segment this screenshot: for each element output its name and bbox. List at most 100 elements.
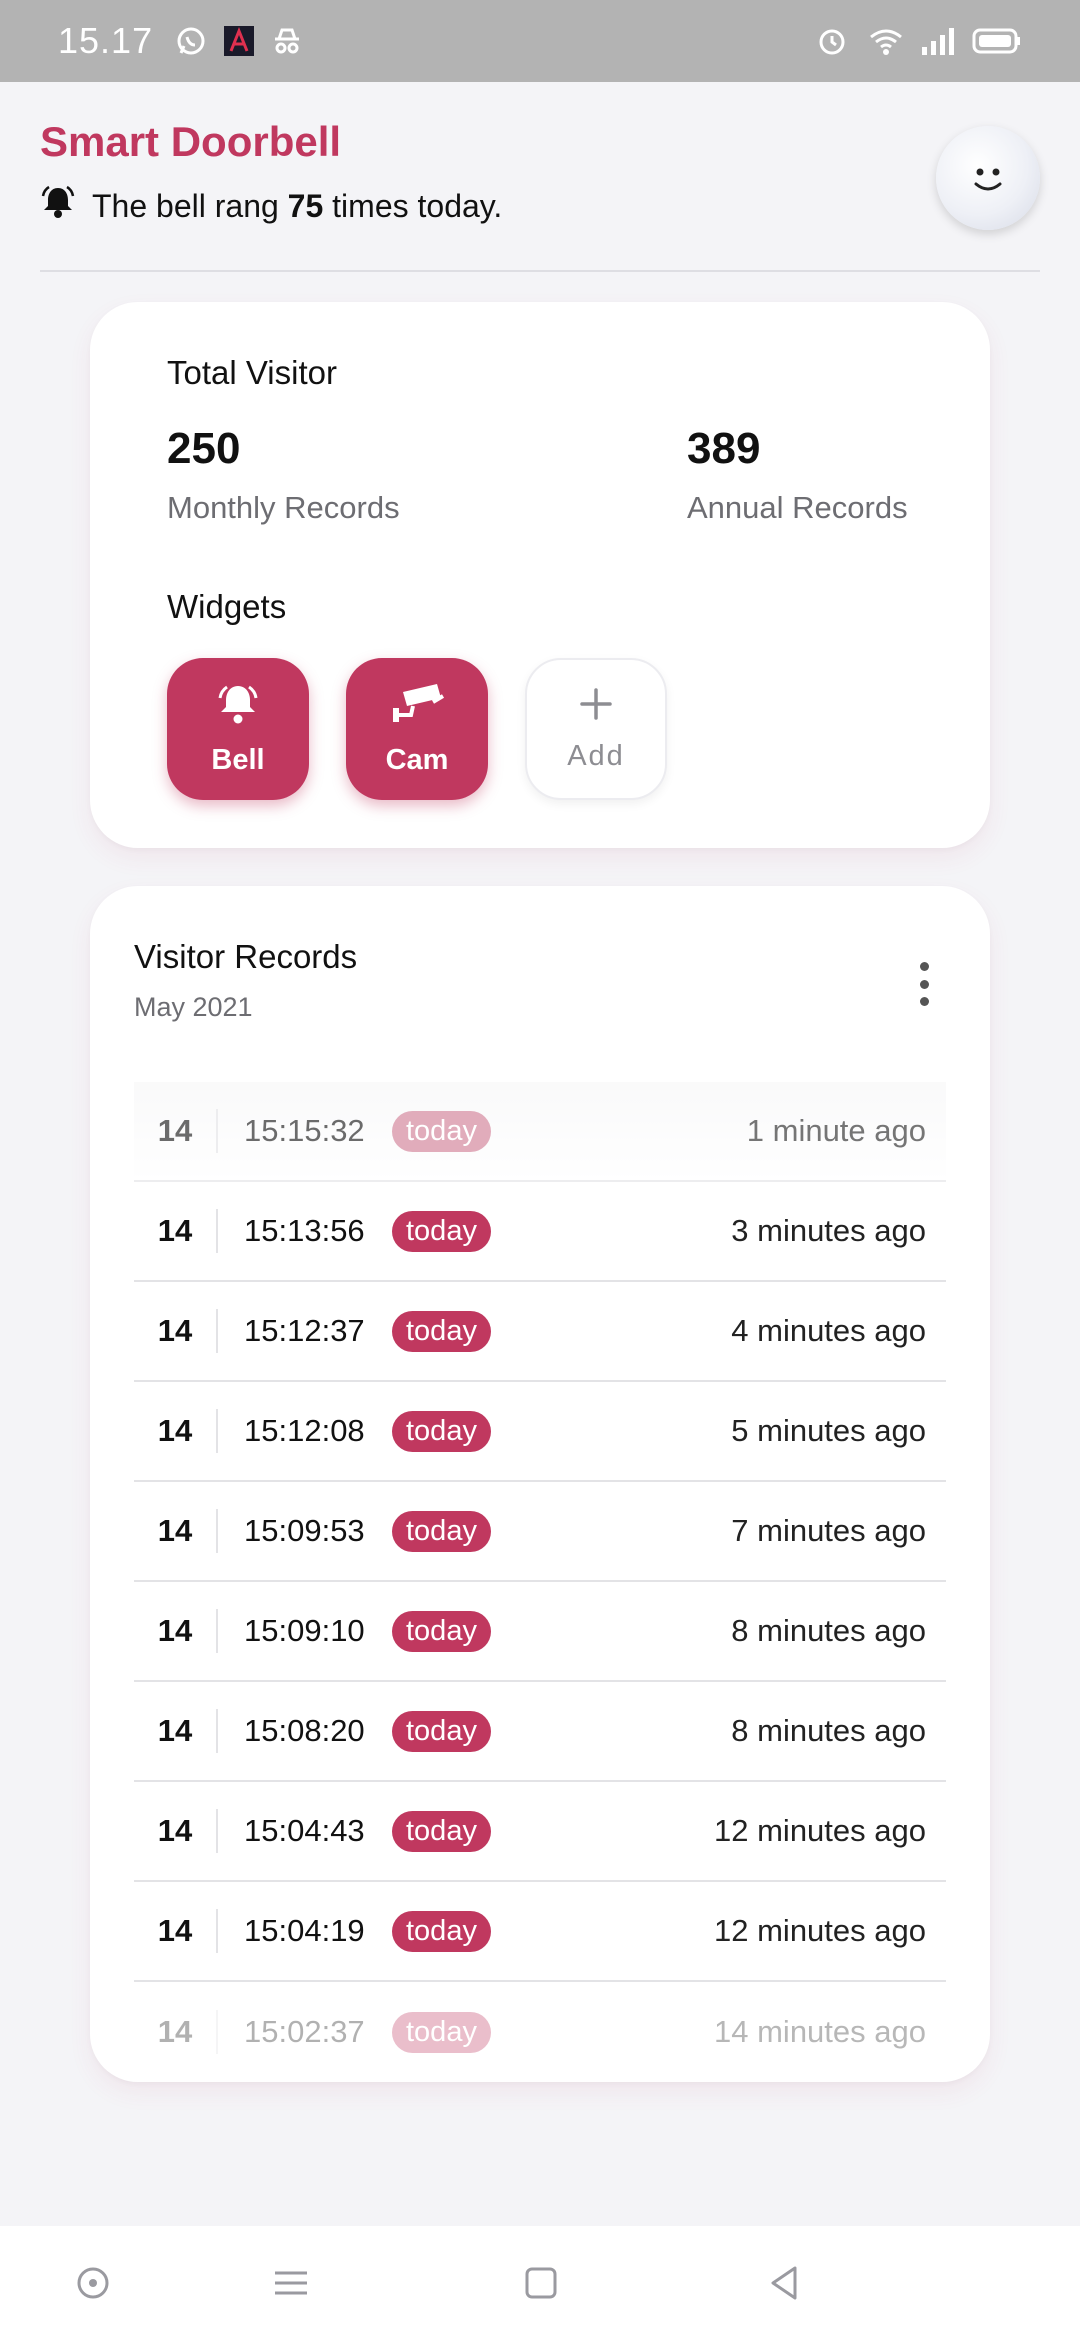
today-badge: today: [392, 1810, 491, 1852]
record-day: 14: [157, 1813, 193, 1848]
row-separator: [216, 1709, 218, 1753]
record-time: 15:13:56: [244, 1213, 365, 1248]
monthly-records-value: 250: [167, 424, 241, 473]
record-relative-time: 5 minutes ago: [731, 1413, 926, 1448]
alarm-icon: [816, 25, 848, 57]
row-separator: [216, 1809, 218, 1853]
record-relative-time: 12 minutes ago: [714, 1913, 926, 1948]
record-day: 14: [157, 2014, 193, 2049]
record-row[interactable]: 14 15:13:56 today 3 minutes ago: [134, 1182, 946, 1282]
row-separator: [216, 1209, 218, 1253]
row-separator: [216, 1909, 218, 1953]
more-dot: [919, 997, 929, 1006]
annual-records-value: 389: [687, 424, 761, 473]
today-badge: today: [392, 1510, 491, 1552]
record-row[interactable]: 14 15:12:37 today 4 minutes ago: [134, 1282, 946, 1382]
bell-widget-button[interactable]: Bell: [167, 658, 309, 800]
total-visitor-card: Total Visitor 250 Monthly Records 389 An…: [90, 302, 990, 848]
visitor-records-list: 14 15:15:32 today 1 minute ago 14 15:13:…: [134, 1082, 946, 2082]
record-day: 14: [157, 1213, 193, 1248]
record-day: 14: [157, 1913, 193, 1948]
today-badge: today: [392, 1610, 491, 1652]
record-row[interactable]: 14 15:15:32 today 1 minute ago: [134, 1082, 946, 1182]
record-row[interactable]: 14 15:08:20 today 8 minutes ago: [134, 1682, 946, 1782]
today-badge: today: [392, 1110, 491, 1152]
bell-widget-label: Bell: [211, 743, 265, 776]
record-day: 14: [157, 1313, 193, 1348]
record-time: 15:08:20: [244, 1713, 365, 1748]
record-relative-time: 8 minutes ago: [731, 1713, 926, 1748]
record-row[interactable]: 14 15:09:10 today 8 minutes ago: [134, 1582, 946, 1682]
status-bar: 15.17: [0, 0, 1080, 82]
annual-records-label: Annual Records: [687, 490, 908, 525]
today-badge: today: [392, 1310, 491, 1352]
record-row[interactable]: 14 15:12:08 today 5 minutes ago: [134, 1382, 946, 1482]
header-divider: [40, 270, 1040, 272]
record-time: 15:15:32: [244, 1113, 365, 1148]
widgets-title: Widgets: [167, 588, 287, 625]
bell-icon: [215, 682, 261, 734]
bell-count: 75: [287, 187, 324, 224]
smiley-face-icon: [974, 168, 1002, 191]
battery-icon: [972, 25, 1022, 57]
square-icon[interactable]: [514, 2256, 568, 2310]
record-row[interactable]: 14 15:02:37 today 14 minutes ago: [134, 1982, 946, 2082]
incognito-icon: [271, 25, 303, 57]
wifi-icon: [868, 25, 902, 57]
row-separator: [216, 1409, 218, 1453]
cam-widget-button[interactable]: Cam: [346, 658, 488, 800]
circle-dot-icon[interactable]: [66, 2256, 120, 2310]
bell-summary: The bell rang 75 times today.: [40, 184, 1040, 228]
record-day: 14: [157, 1613, 193, 1648]
add-widget-label: Add: [567, 739, 625, 772]
back-triangle-icon[interactable]: [758, 2256, 812, 2310]
visitor-records-card: Visitor Records May 2021 14 15:15:32 tod…: [90, 886, 990, 2082]
record-day: 14: [157, 1713, 193, 1748]
status-time: 15.17: [58, 20, 154, 61]
menu-icon[interactable]: [264, 2256, 318, 2310]
record-relative-time: 4 minutes ago: [731, 1313, 926, 1348]
record-time: 15:09:53: [244, 1513, 365, 1548]
row-separator: [216, 2010, 218, 2054]
today-badge: today: [392, 1210, 491, 1252]
visitor-records-month: May 2021: [134, 992, 253, 1022]
record-day: 14: [157, 1413, 193, 1448]
cctv-camera-icon: [389, 682, 445, 734]
row-separator: [216, 1109, 218, 1153]
avatar[interactable]: [936, 126, 1040, 230]
total-visitor-title: Total Visitor: [167, 354, 337, 391]
record-relative-time: 12 minutes ago: [714, 1813, 926, 1848]
cam-widget-label: Cam: [385, 743, 449, 776]
bell-summary-prefix: The bell rang: [92, 187, 288, 224]
add-widget-button[interactable]: Add: [525, 658, 667, 800]
app-title: Smart Doorbell: [40, 118, 342, 165]
row-separator: [216, 1309, 218, 1353]
record-relative-time: 7 minutes ago: [731, 1513, 926, 1548]
row-separator: [216, 1609, 218, 1653]
record-relative-time: 14 minutes ago: [714, 2014, 926, 2049]
record-relative-time: 1 minute ago: [746, 1113, 926, 1148]
today-badge: today: [392, 1910, 491, 1952]
record-row[interactable]: 14 15:04:43 today 12 minutes ago: [134, 1782, 946, 1882]
bell-ring-icon: [40, 184, 76, 228]
record-time: 15:04:43: [244, 1813, 365, 1848]
signal-icon: [920, 25, 954, 57]
whatsapp-icon: [175, 25, 207, 57]
row-separator: [216, 1509, 218, 1553]
more-dot: [919, 962, 929, 971]
record-row[interactable]: 14 15:09:53 today 7 minutes ago: [134, 1482, 946, 1582]
record-time: 15:12:08: [244, 1413, 365, 1448]
record-day: 14: [157, 1113, 193, 1148]
more-options-button[interactable]: [914, 962, 934, 1006]
more-dot: [919, 979, 929, 989]
record-time: 15:04:19: [244, 1913, 365, 1948]
record-relative-time: 8 minutes ago: [731, 1613, 926, 1648]
record-time: 15:02:37: [244, 2014, 365, 2049]
app-a-icon: [223, 25, 255, 57]
record-relative-time: 3 minutes ago: [731, 1213, 926, 1248]
record-time: 15:12:37: [244, 1313, 365, 1348]
record-day: 14: [157, 1513, 193, 1548]
monthly-records-label: Monthly Records: [167, 490, 400, 525]
visitor-records-title: Visitor Records: [134, 938, 358, 975]
record-row[interactable]: 14 15:04:19 today 12 minutes ago: [134, 1882, 946, 1982]
